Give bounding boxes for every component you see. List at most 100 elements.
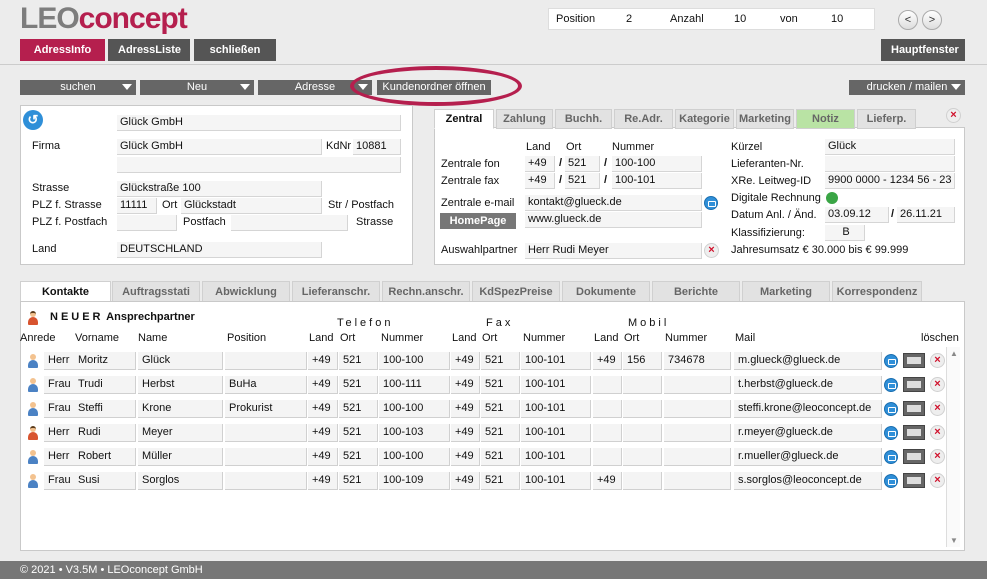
contact-m-ort-cell[interactable] [623,376,662,394]
homepage-button[interactable]: HomePage [440,213,516,229]
contact-vorname-cell[interactable]: Moritz [74,352,136,370]
contact-t-nr-cell[interactable]: 100-100 [379,352,450,370]
contact-anrede-cell[interactable]: Herr [44,448,76,466]
contact-f-land-cell[interactable]: +49 [451,376,480,394]
mail-icon[interactable] [884,474,898,488]
contact-person-icon[interactable] [27,450,39,464]
scroll-up-icon[interactable]: ▲ [950,349,958,358]
email-field[interactable]: kontakt@glueck.de [525,195,702,211]
tab-lieferanschr[interactable]: Lieferanschr. [292,281,380,302]
contact-person-icon[interactable] [27,426,39,440]
contact-name-cell[interactable]: Glück [138,352,223,370]
contact-f-nr-cell[interactable]: 100-101 [521,352,591,370]
fax-nr-field[interactable]: 100-101 [612,173,702,189]
contact-m-ort-cell[interactable] [623,472,662,490]
contact-m-ort-cell[interactable] [623,448,662,466]
contact-f-nr-cell[interactable]: 100-101 [521,424,591,442]
refresh-icon[interactable] [826,192,838,204]
contact-position-cell[interactable] [225,424,307,442]
partner-field[interactable]: Herr Rudi Meyer [525,243,702,259]
klass-field[interactable]: B [825,225,865,241]
contact-anrede-cell[interactable]: Frau [44,472,76,490]
contact-f-ort-cell[interactable]: 521 [481,424,520,442]
contact-anrede-cell[interactable]: Herr [44,424,76,442]
contact-mail-cell[interactable]: t.herbst@glueck.de [734,376,882,394]
contact-m-ort-cell[interactable] [623,424,662,442]
company-name-field[interactable]: Glück GmbH [117,115,401,131]
contact-m-nr-cell[interactable] [664,472,731,490]
contact-anrede-cell[interactable]: Frau [44,400,76,418]
contact-t-ort-cell[interactable]: 521 [339,472,378,490]
contact-name-cell[interactable]: Krone [138,400,223,418]
contact-f-ort-cell[interactable]: 521 [481,352,520,370]
contact-anrede-cell[interactable]: Herr [44,352,76,370]
contact-t-ort-cell[interactable]: 521 [339,424,378,442]
homepage-field[interactable]: www.glueck.de [525,212,702,228]
contact-position-cell[interactable]: BuHa [225,376,307,394]
lieferanten-field[interactable] [825,156,955,172]
tab-readr[interactable]: Re.Adr. [614,109,673,129]
tab-berichte[interactable]: Berichte [652,281,740,302]
contact-position-cell[interactable] [225,472,307,490]
contact-t-land-cell[interactable]: +49 [308,400,338,418]
contact-vorname-cell[interactable]: Trudi [74,376,136,394]
close-icon[interactable]: × [946,108,961,123]
kdnr-field[interactable]: 10881 [353,139,401,155]
contact-position-cell[interactable]: Prokurist [225,400,307,418]
new-contact-icon[interactable] [27,311,39,325]
tab-kdspezpreise[interactable]: KdSpezPreise [472,281,560,302]
contact-t-ort-cell[interactable]: 521 [339,400,378,418]
tab-zentral[interactable]: Zentral [434,109,494,129]
contact-f-nr-cell[interactable]: 100-101 [521,472,591,490]
mail-icon[interactable] [704,196,718,210]
contact-m-nr-cell[interactable] [664,400,731,418]
contact-m-land-cell[interactable] [593,400,622,418]
contact-t-land-cell[interactable]: +49 [308,472,338,490]
main-window-button[interactable]: Hauptfenster [881,39,965,61]
contact-m-nr-cell[interactable] [664,376,731,394]
contact-card-icon[interactable] [903,377,925,392]
contact-m-nr-cell[interactable] [664,424,731,442]
contact-m-land-cell[interactable]: +49 [593,352,622,370]
contact-f-nr-cell[interactable]: 100-101 [521,448,591,466]
tab-lieferp[interactable]: Lieferp. [857,109,916,129]
mail-icon[interactable] [884,402,898,416]
postbox-field[interactable] [231,215,348,231]
contact-m-land-cell[interactable]: +49 [593,472,622,490]
contact-t-nr-cell[interactable]: 100-100 [379,400,450,418]
next-record-button[interactable]: > [922,10,942,30]
tab-korrespondenz[interactable]: Korrespondenz [832,281,922,302]
contact-f-nr-cell[interactable]: 100-101 [521,400,591,418]
mail-icon[interactable] [884,450,898,464]
tab-dokumente[interactable]: Dokumente [562,281,650,302]
contact-card-icon[interactable] [903,425,925,440]
contact-t-nr-cell[interactable]: 100-111 [379,376,450,394]
back-arrow-icon[interactable]: ↺ [23,110,43,130]
new-dropdown[interactable]: Neu [140,80,254,95]
delete-contact-icon[interactable]: × [930,377,945,392]
scroll-down-icon[interactable]: ▼ [950,536,958,545]
contact-t-land-cell[interactable]: +49 [308,448,338,466]
contact-card-icon[interactable] [903,449,925,464]
contact-f-land-cell[interactable]: +49 [451,424,480,442]
delete-contact-icon[interactable]: × [930,401,945,416]
prev-record-button[interactable]: < [898,10,918,30]
contact-m-ort-cell[interactable]: 156 [623,352,662,370]
fon-land-field[interactable]: +49 [525,156,555,172]
contact-vorname-cell[interactable]: Susi [74,472,136,490]
contact-name-cell[interactable]: Meyer [138,424,223,442]
delete-contact-icon[interactable]: × [930,353,945,368]
contact-f-ort-cell[interactable]: 521 [481,400,520,418]
tab-buchh[interactable]: Buchh. [555,109,612,129]
fax-ort-field[interactable]: 521 [565,173,600,189]
contact-person-icon[interactable] [27,354,39,368]
delete-contact-icon[interactable]: × [930,449,945,464]
contact-name-cell[interactable]: Sorglos [138,472,223,490]
zip-field[interactable]: 11111 [117,198,157,214]
contact-t-land-cell[interactable]: +49 [308,424,338,442]
delete-contact-icon[interactable]: × [930,425,945,440]
country-field[interactable]: DEUTSCHLAND [117,242,322,258]
tab-notiz[interactable]: Notiz [796,109,855,129]
contact-f-ort-cell[interactable]: 521 [481,448,520,466]
tab-rechnanschr[interactable]: Rechn.anschr. [382,281,470,302]
